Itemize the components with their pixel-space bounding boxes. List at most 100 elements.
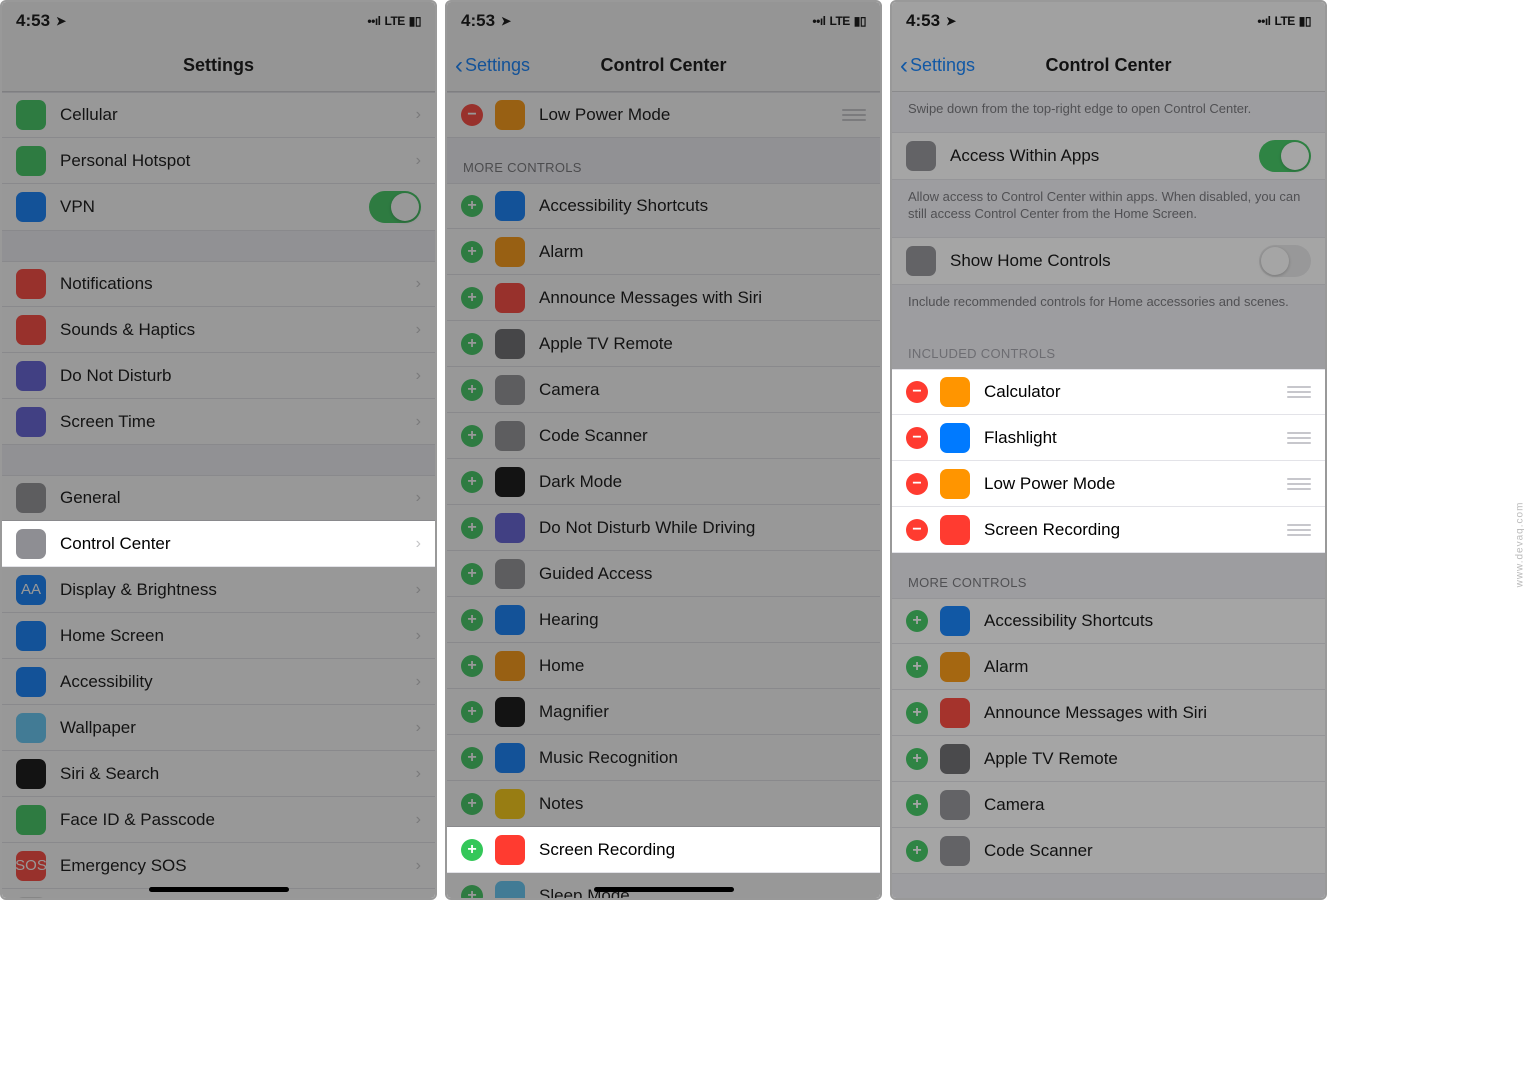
row-hotspot[interactable]: Personal Hotspot›	[2, 138, 435, 184]
row-homectrl[interactable]: Show Home Controls	[892, 237, 1325, 285]
add-button[interactable]: +	[461, 563, 483, 585]
row-hearing[interactable]: +Hearing	[447, 597, 880, 643]
row-flash[interactable]: −Flashlight	[892, 415, 1325, 461]
row-lowpower[interactable]: −Low Power Mode	[892, 461, 1325, 507]
network-label: LTE	[830, 14, 850, 28]
row-access[interactable]: Access Within Apps	[892, 132, 1325, 180]
add-button[interactable]: +	[461, 747, 483, 769]
add-button[interactable]: +	[461, 839, 483, 861]
toggle[interactable]	[369, 191, 421, 223]
remove-button[interactable]: −	[906, 381, 928, 403]
add-button[interactable]: +	[461, 655, 483, 677]
add-button[interactable]: +	[461, 701, 483, 723]
add-button[interactable]: +	[906, 840, 928, 862]
remove-button[interactable]: −	[906, 473, 928, 495]
row-label: Accessibility Shortcuts	[539, 196, 866, 216]
row-notifications[interactable]: Notifications›	[2, 261, 435, 307]
add-button[interactable]: +	[906, 702, 928, 724]
add-button[interactable]: +	[461, 333, 483, 355]
notes-icon	[495, 789, 525, 819]
row-label: Music Recognition	[539, 748, 866, 768]
add-button[interactable]: +	[461, 287, 483, 309]
add-button[interactable]: +	[461, 379, 483, 401]
screenrec-icon	[495, 835, 525, 865]
chevron-right-icon: ›	[416, 627, 421, 645]
battery-icon: ▮▯	[854, 14, 866, 28]
row-faceid[interactable]: Face ID & Passcode›	[2, 797, 435, 843]
row-wallpaper[interactable]: Wallpaper›	[2, 705, 435, 751]
row-general[interactable]: General›	[2, 475, 435, 521]
display-icon: AA	[16, 575, 46, 605]
back-button[interactable]: ‹Settings	[455, 52, 530, 80]
row-screentime[interactable]: Screen Time›	[2, 399, 435, 445]
row-sounds[interactable]: Sounds & Haptics›	[2, 307, 435, 353]
add-button[interactable]: +	[461, 793, 483, 815]
add-button[interactable]: +	[461, 241, 483, 263]
row-lowpower[interactable]: −Low Power Mode	[447, 92, 880, 138]
row-screenrec[interactable]: +Screen Recording	[447, 827, 880, 873]
row-announce[interactable]: +Announce Messages with Siri	[447, 275, 880, 321]
row-dnddrive[interactable]: +Do Not Disturb While Driving	[447, 505, 880, 551]
row-label: Guided Access	[539, 564, 866, 584]
faceid-icon	[16, 805, 46, 835]
row-screenrec[interactable]: −Screen Recording	[892, 507, 1325, 553]
row-camera[interactable]: +Camera	[892, 782, 1325, 828]
signal-icon: ••ıl	[812, 14, 825, 28]
row-home[interactable]: +Home	[447, 643, 880, 689]
row-accessibility[interactable]: Accessibility›	[2, 659, 435, 705]
guided-icon	[495, 559, 525, 589]
drag-handle[interactable]	[1287, 386, 1311, 398]
row-cellular[interactable]: Cellular›	[2, 92, 435, 138]
row-notes[interactable]: +Notes	[447, 781, 880, 827]
toggle[interactable]	[1259, 245, 1311, 277]
sounds-icon	[16, 315, 46, 345]
row-camera[interactable]: +Camera	[447, 367, 880, 413]
drag-handle[interactable]	[1287, 478, 1311, 490]
row-appletv[interactable]: +Apple TV Remote	[447, 321, 880, 367]
add-button[interactable]: +	[461, 471, 483, 493]
row-codescanner[interactable]: +Code Scanner	[892, 828, 1325, 874]
remove-button[interactable]: −	[906, 427, 928, 449]
row-darkmode[interactable]: +Dark Mode	[447, 459, 880, 505]
row-dnd[interactable]: Do Not Disturb›	[2, 353, 435, 399]
row-music[interactable]: + Music Recognition	[447, 735, 880, 781]
row-display[interactable]: AADisplay & Brightness›	[2, 567, 435, 613]
add-button[interactable]: +	[906, 748, 928, 770]
row-vpn[interactable]: VPN	[2, 184, 435, 231]
row-calc[interactable]: −Calculator	[892, 369, 1325, 415]
remove-button[interactable]: −	[461, 104, 483, 126]
row-a11y[interactable]: + Accessibility Shortcuts	[447, 183, 880, 229]
row-announce[interactable]: +Announce Messages with Siri	[892, 690, 1325, 736]
add-button[interactable]: +	[461, 885, 483, 899]
home-indicator[interactable]	[149, 887, 289, 892]
row-controlcenter[interactable]: Control Center›	[2, 521, 435, 567]
add-button[interactable]: +	[906, 794, 928, 816]
back-button[interactable]: ‹Settings	[900, 52, 975, 80]
controlcenter-icon	[16, 529, 46, 559]
a11y-icon	[495, 191, 525, 221]
add-button[interactable]: +	[906, 656, 928, 678]
toggle[interactable]	[1259, 140, 1311, 172]
add-button[interactable]: +	[906, 610, 928, 632]
row-alarm[interactable]: +Alarm	[892, 644, 1325, 690]
add-button[interactable]: +	[461, 425, 483, 447]
add-button[interactable]: +	[461, 517, 483, 539]
drag-handle[interactable]	[1287, 524, 1311, 536]
add-button[interactable]: +	[461, 195, 483, 217]
drag-handle[interactable]	[842, 109, 866, 121]
add-button[interactable]: +	[461, 609, 483, 631]
home-indicator[interactable]	[594, 887, 734, 892]
drag-handle[interactable]	[1287, 432, 1311, 444]
row-appletv[interactable]: +Apple TV Remote	[892, 736, 1325, 782]
remove-button[interactable]: −	[906, 519, 928, 541]
row-alarm[interactable]: +Alarm	[447, 229, 880, 275]
row-a11y[interactable]: +Accessibility Shortcuts	[892, 598, 1325, 644]
row-sos[interactable]: SOSEmergency SOS›	[2, 843, 435, 889]
row-sleep[interactable]: +Sleep Mode	[447, 873, 880, 898]
row-siri[interactable]: Siri & Search›	[2, 751, 435, 797]
row-codescanner[interactable]: +Code Scanner	[447, 413, 880, 459]
row-magnifier[interactable]: +Magnifier	[447, 689, 880, 735]
row-guided[interactable]: + Guided Access	[447, 551, 880, 597]
lowpower-icon	[495, 100, 525, 130]
row-homescreen[interactable]: Home Screen›	[2, 613, 435, 659]
